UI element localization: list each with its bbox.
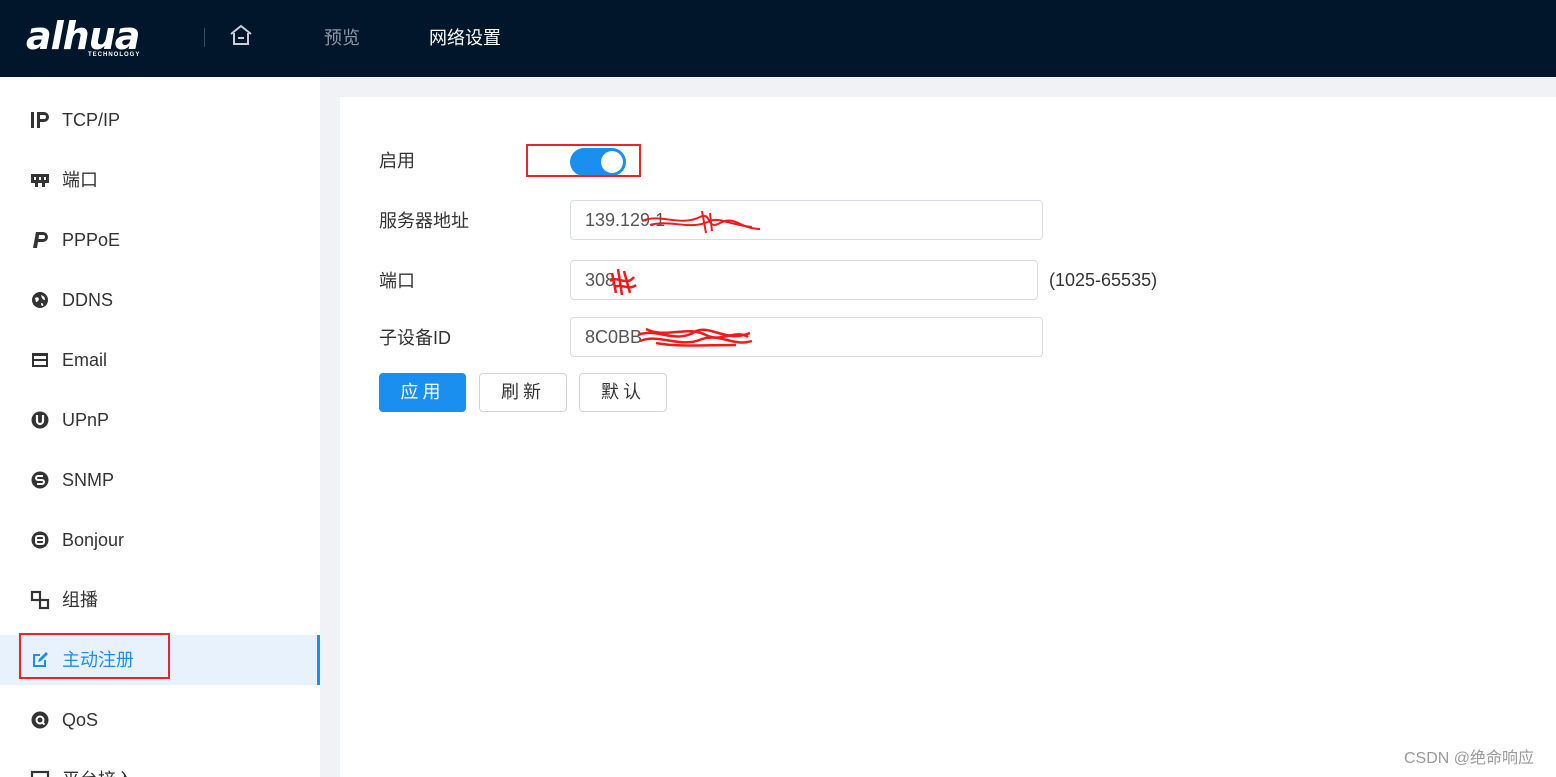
sidebar-item-label: DDNS [62, 290, 114, 310]
device-id-value: 8C0BB [585, 327, 643, 347]
sidebar-item-label: 组播 [62, 590, 98, 610]
apply-button[interactable]: 应用 [379, 373, 466, 412]
sidebar-item-label: 主动注册 [62, 650, 134, 670]
refresh-button[interactable]: 刷新 [479, 373, 567, 412]
sidebar-item-auto-register[interactable]: 主动注册 [0, 635, 320, 685]
sidebar-item-label: 端口 [62, 170, 98, 190]
sidebar-item-label: TCP/IP [62, 110, 121, 130]
sidebar-item-label: UPnP [62, 410, 110, 430]
sidebar-item-upnp[interactable]: UPnP [0, 395, 320, 445]
auto-register-panel: 启用 服务器地址 139.129.1 端口 308 (1025-65535) 子… [340, 97, 1556, 777]
port-input[interactable]: 308 [570, 260, 1038, 300]
qos-icon [30, 710, 50, 730]
register-icon [30, 650, 50, 670]
device-id-input[interactable]: 8C0BB [570, 317, 1043, 357]
logo-subtext: TECHNOLOGY [88, 52, 141, 58]
sidebar: TCP/IP 端口 PPPoE DDNS Email UPnP SNMP Bon… [0, 77, 320, 777]
sidebar-item-port[interactable]: 端口 [0, 155, 320, 205]
sidebar-item-bonjour[interactable]: Bonjour [0, 515, 320, 565]
csdn-watermark: CSDN @绝命响应 [1404, 750, 1535, 767]
server-address-value: 139.129.1 [585, 210, 666, 230]
globe-icon [30, 290, 50, 310]
port-range-hint: (1025-65535) [1049, 270, 1158, 290]
sidebar-item-platform[interactable]: 平台接入 [0, 755, 320, 777]
bonjour-icon [30, 530, 50, 550]
sidebar-item-ddns[interactable]: DDNS [0, 275, 320, 325]
sidebar-item-label: QoS [62, 710, 99, 730]
port-label: 端口 [379, 271, 415, 291]
email-icon [30, 350, 50, 370]
sidebar-item-label: 平台接入 [62, 768, 134, 777]
nav-preview[interactable]: 预览 [324, 26, 360, 50]
dahua-logo: alhua TECHNOLOGY [26, 14, 162, 60]
toggle-knob [601, 151, 623, 173]
port-icon [30, 170, 50, 190]
ip-icon [30, 110, 50, 130]
sidebar-item-multicast[interactable]: 组播 [0, 575, 320, 625]
nav-network-settings[interactable]: 网络设置 [429, 26, 501, 50]
sidebar-item-snmp[interactable]: SNMP [0, 455, 320, 505]
enable-toggle[interactable] [570, 148, 626, 176]
sidebar-item-label: SNMP [62, 470, 115, 490]
platform-icon [30, 770, 50, 777]
default-button[interactable]: 默认 [579, 373, 667, 412]
sidebar-item-label: PPPoE [62, 230, 121, 250]
upnp-icon [30, 410, 50, 430]
server-address-label: 服务器地址 [379, 211, 469, 231]
pppoe-icon [30, 230, 50, 250]
server-address-input[interactable]: 139.129.1 [570, 200, 1043, 240]
top-bar: alhua TECHNOLOGY 预览 网络设置 [0, 0, 1556, 77]
port-value: 308 [585, 270, 616, 290]
sidebar-item-qos[interactable]: QoS [0, 695, 320, 745]
sidebar-item-email[interactable]: Email [0, 335, 320, 385]
sidebar-item-label: Bonjour [62, 530, 125, 550]
top-divider [204, 28, 205, 47]
sidebar-item-label: Email [62, 350, 108, 370]
enable-label: 启用 [379, 151, 415, 171]
sidebar-item-tcpip[interactable]: TCP/IP [0, 95, 320, 145]
sidebar-item-pppoe[interactable]: PPPoE [0, 215, 320, 265]
snmp-icon [30, 470, 50, 490]
multicast-icon [30, 590, 50, 610]
home-icon[interactable] [228, 22, 254, 48]
device-id-label: 子设备ID [379, 328, 451, 348]
